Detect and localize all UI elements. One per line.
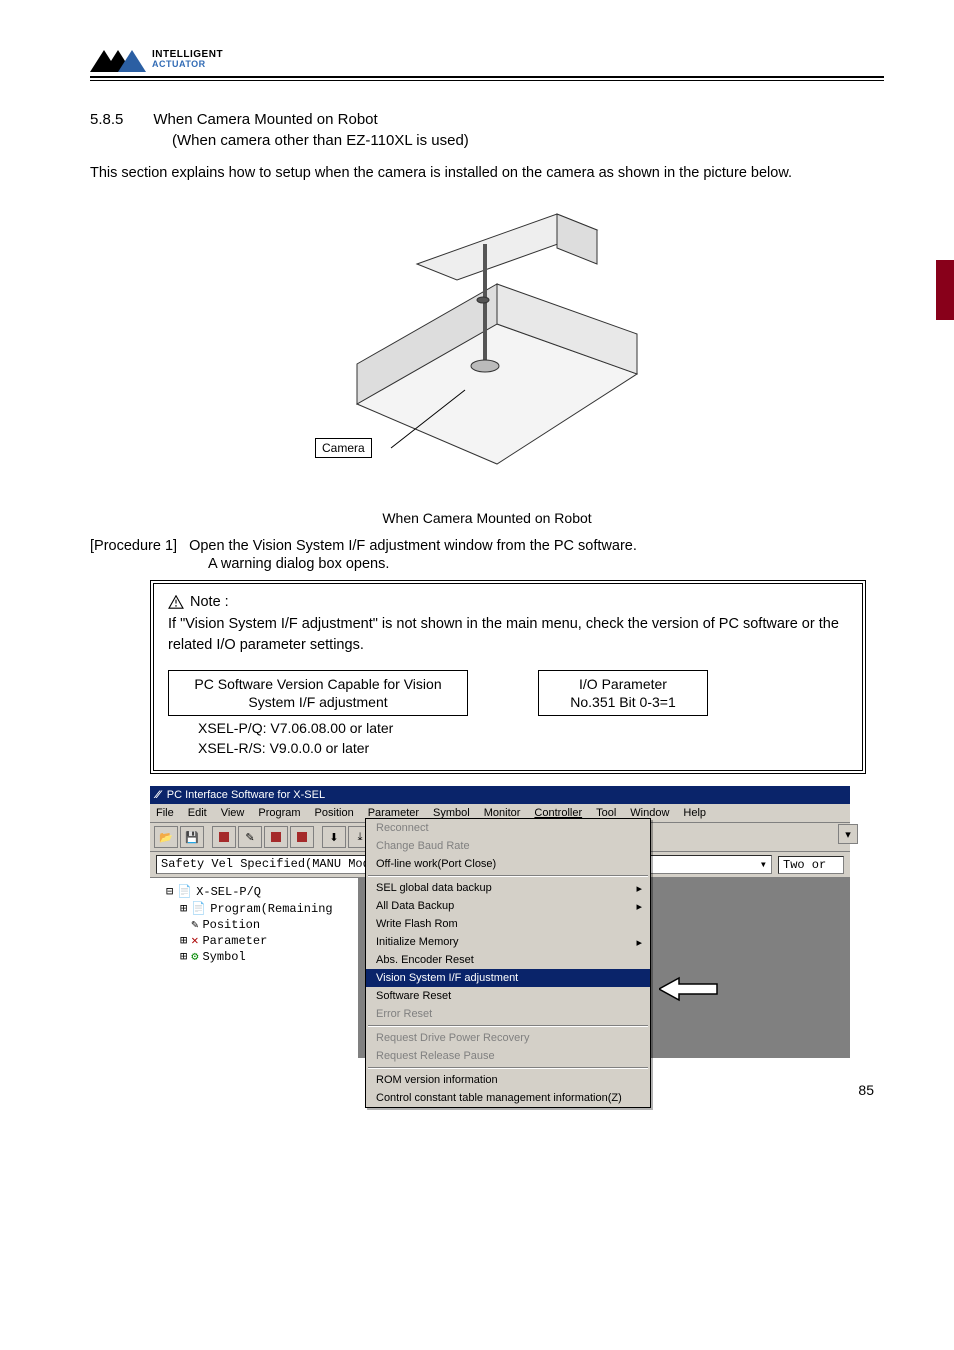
figure-caption: When Camera Mounted on Robot bbox=[90, 510, 884, 526]
ctx-item: Reconnect bbox=[366, 819, 650, 837]
pc-software-version-box: PC Software Version Capable for Vision S… bbox=[168, 670, 468, 716]
two-or-select[interactable]: Two or bbox=[778, 856, 844, 874]
ctx-item[interactable]: Control constant table management inform… bbox=[366, 1089, 650, 1107]
brand-logo: INTELLIGENT ACTUATOR bbox=[90, 50, 884, 72]
dropdown-arrow-icon[interactable]: ▾ bbox=[838, 824, 858, 844]
menu-program[interactable]: Program bbox=[258, 807, 300, 819]
section-number: 5.8.5 bbox=[90, 111, 123, 128]
tree-root[interactable]: X-SEL-P/Q bbox=[196, 884, 261, 900]
toolbar-down-icon[interactable]: ⬇ bbox=[322, 826, 346, 848]
procedure-text-1: Open the Vision System I/F adjustment wi… bbox=[189, 538, 637, 554]
menu-help[interactable]: Help bbox=[683, 807, 706, 819]
ctx-item: Change Baud Rate bbox=[366, 837, 650, 855]
note-heading: Note : bbox=[190, 594, 229, 610]
callout-arrow-icon bbox=[659, 976, 719, 1002]
section-title-2: (When camera other than EZ-110XL is used… bbox=[172, 132, 884, 149]
logo-text-2: ACTUATOR bbox=[152, 59, 206, 69]
app-window-title: PC Interface Software for X-SEL bbox=[167, 789, 325, 801]
note-box: Note : If "Vision System I/F adjustment"… bbox=[150, 580, 866, 774]
note-body-text: If "Vision System I/F adjustment" is not… bbox=[168, 614, 848, 656]
toolbar-icon[interactable] bbox=[212, 826, 236, 848]
section-title-1: When Camera Mounted on Robot bbox=[153, 111, 377, 128]
submenu-arrow-icon: ▸ bbox=[636, 936, 642, 949]
project-tree[interactable]: ⊟📄X-SEL-P/Q ⊞📄Program(Remaining ✎Positio… bbox=[150, 878, 359, 1058]
menu-position[interactable]: Position bbox=[315, 807, 354, 819]
toolbar-open-icon[interactable]: 📂 bbox=[154, 826, 178, 848]
tree-parameter[interactable]: Parameter bbox=[202, 933, 267, 949]
ctx-item[interactable]: Off-line work(Port Close) bbox=[366, 855, 650, 873]
camera-callout-label: Camera bbox=[315, 438, 372, 458]
menu-file[interactable]: File bbox=[156, 807, 174, 819]
section-heading: 5.8.5 When Camera Mounted on Robot bbox=[90, 111, 884, 128]
procedure-row: [Procedure 1] Open the Vision System I/F… bbox=[90, 538, 884, 554]
ctx-item: Request Release Pause bbox=[366, 1047, 650, 1065]
tree-position[interactable]: Position bbox=[202, 917, 260, 933]
ctx-item[interactable]: SEL global data backup▸ bbox=[366, 879, 650, 897]
toolbar-save-icon[interactable]: 💾 bbox=[180, 826, 204, 848]
submenu-arrow-icon: ▸ bbox=[636, 882, 642, 895]
procedure-label: [Procedure 1] bbox=[90, 538, 177, 554]
controller-context-menu: ReconnectChange Baud RateOff-line work(P… bbox=[365, 818, 651, 1108]
ctx-item[interactable]: Software Reset bbox=[366, 987, 650, 1005]
procedure-text-2: A warning dialog box opens. bbox=[208, 556, 884, 572]
ctx-item: Request Drive Power Recovery bbox=[366, 1029, 650, 1047]
toolbar-icon[interactable] bbox=[290, 826, 314, 848]
warning-icon bbox=[168, 595, 184, 609]
pc-software-xsel-pq: XSEL-P/Q: V7.06.08.00 or later bbox=[168, 716, 468, 736]
toolbar-icon[interactable] bbox=[264, 826, 288, 848]
pc-software-xsel-rs: XSEL-R/S: V9.0.0.0 or later bbox=[168, 736, 468, 756]
submenu-arrow-icon: ▸ bbox=[636, 900, 642, 913]
ctx-item: Error Reset bbox=[366, 1005, 650, 1023]
io-parameter-box: I/O Parameter No.351 Bit 0-3=1 bbox=[538, 670, 708, 716]
ctx-item[interactable]: Initialize Memory▸ bbox=[366, 933, 650, 951]
tree-symbol[interactable]: Symbol bbox=[202, 949, 245, 965]
section-side-tab bbox=[936, 260, 954, 320]
ctx-item[interactable]: All Data Backup▸ bbox=[366, 897, 650, 915]
toolbar-icon[interactable]: ✎ bbox=[238, 826, 262, 848]
tree-program[interactable]: Program(Remaining bbox=[210, 901, 332, 917]
ctx-item[interactable]: ROM version information bbox=[366, 1071, 650, 1089]
ctx-item[interactable]: Vision System I/F adjustment bbox=[366, 969, 650, 987]
menu-view[interactable]: View bbox=[221, 807, 245, 819]
ctx-item[interactable]: Write Flash Rom bbox=[366, 915, 650, 933]
menu-edit[interactable]: Edit bbox=[188, 807, 207, 819]
pc-software-screenshot: ⁄⁄ PC Interface Software for X-SEL File … bbox=[150, 786, 850, 1058]
intro-paragraph: This section explains how to setup when … bbox=[90, 163, 884, 184]
robot-camera-figure: Camera bbox=[297, 194, 677, 504]
ctx-item[interactable]: Abs. Encoder Reset bbox=[366, 951, 650, 969]
